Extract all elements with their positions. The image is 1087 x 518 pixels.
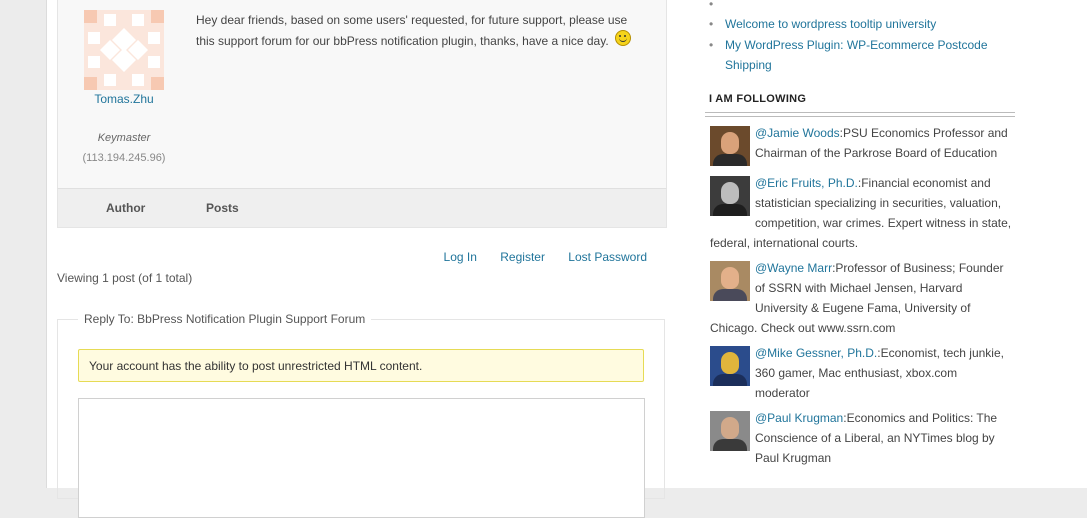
profile-photo[interactable] <box>710 261 750 301</box>
recent-posts-list: • • Welcome to wordpress tooltip universi… <box>709 0 1009 76</box>
profile-photo[interactable] <box>710 346 750 386</box>
login-link[interactable]: Log In <box>444 250 477 264</box>
list-item: @Mike Gessner, Ph.D.:Economist, tech jun… <box>710 343 1015 403</box>
lost-password-link[interactable]: Lost Password <box>568 250 647 264</box>
bullet-icon: • <box>709 17 714 31</box>
bullet-icon: • <box>709 0 714 10</box>
author-role: Keymaster <box>97 132 151 144</box>
topic-table-footer: Author Posts <box>57 188 667 228</box>
post-content: Hey dear friends, based on some users' r… <box>196 10 646 51</box>
author-avatar[interactable] <box>84 10 164 90</box>
footer-author-label: Author <box>106 201 146 215</box>
twitter-handle-link[interactable]: @Mike Gessner, Ph.D. <box>755 346 877 360</box>
html-notice: Your account has the ability to post unr… <box>78 349 644 382</box>
profile-photo[interactable] <box>710 126 750 166</box>
pagination-count: Viewing 1 post (of 1 total) <box>57 271 193 285</box>
list-item: @Eric Fruits, Ph.D.:Financial economist … <box>710 173 1015 253</box>
profile-photo[interactable] <box>710 411 750 451</box>
twitter-handle-link[interactable]: @Eric Fruits, Ph.D. <box>755 176 858 190</box>
list-item: • Welcome to wordpress tooltip university <box>709 14 1009 34</box>
reply-legend: Reply To: BbPress Notification Plugin Su… <box>78 312 372 326</box>
list-item: • My WordPress Plugin: WP-Ecommerce Postc… <box>709 35 1009 75</box>
list-item: • <box>709 0 1009 10</box>
topic-post: Tomas.Zhu Keymaster (113.194.245.96) Hey… <box>57 0 667 189</box>
identicon-icon <box>84 10 164 90</box>
following-list: @Jamie Woods:PSU Economics Professor and… <box>710 123 1015 473</box>
author-ip: (113.194.245.96) <box>82 152 166 164</box>
list-item: @Wayne Marr:Professor of Business; Found… <box>710 258 1015 338</box>
list-item: @Paul Krugman:Economics and Politics: Th… <box>710 408 1015 468</box>
register-link[interactable]: Register <box>500 250 545 264</box>
twitter-handle-link[interactable]: @Paul Krugman <box>755 411 843 425</box>
recent-post-link[interactable]: My WordPress Plugin: WP-Ecommerce Postco… <box>725 38 988 72</box>
post-content-text: Hey dear friends, based on some users' r… <box>196 13 628 48</box>
reply-form: Reply To: BbPress Notification Plugin Su… <box>57 312 665 518</box>
bullet-icon: • <box>709 38 714 52</box>
author-name-link[interactable]: Tomas.Zhu <box>76 92 172 106</box>
following-widget-title: I AM FOLLOWING <box>709 93 807 105</box>
smiley-icon <box>615 30 632 46</box>
main-content: Tomas.Zhu Keymaster (113.194.245.96) Hey… <box>46 0 678 518</box>
recent-post-link[interactable]: Welcome to wordpress tooltip university <box>725 17 936 31</box>
twitter-handle-link[interactable]: @Jamie Woods <box>755 126 840 140</box>
login-links: Log In Register Lost Password <box>424 250 647 264</box>
sidebar: • • Welcome to wordpress tooltip universi… <box>677 0 1087 488</box>
footer-posts-label: Posts <box>206 201 239 215</box>
profile-photo[interactable] <box>710 176 750 216</box>
twitter-handle-link[interactable]: @Wayne Marr <box>755 261 832 275</box>
divider <box>705 112 1015 117</box>
reply-editor[interactable] <box>78 398 645 518</box>
list-item: @Jamie Woods:PSU Economics Professor and… <box>710 123 1015 168</box>
